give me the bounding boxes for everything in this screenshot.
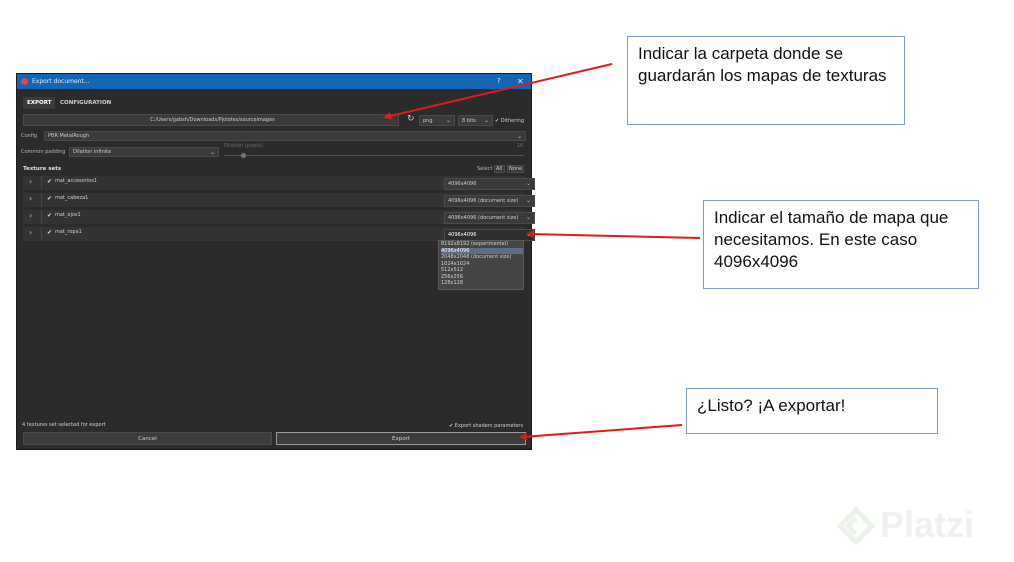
- platzi-logo-icon: [836, 506, 876, 546]
- watermark-text: Platzi: [880, 504, 975, 545]
- arrow-folder: [383, 63, 613, 120]
- arrow-export: [519, 424, 683, 441]
- arrow-size: [526, 230, 701, 239]
- annotation-arrows: [383, 63, 701, 441]
